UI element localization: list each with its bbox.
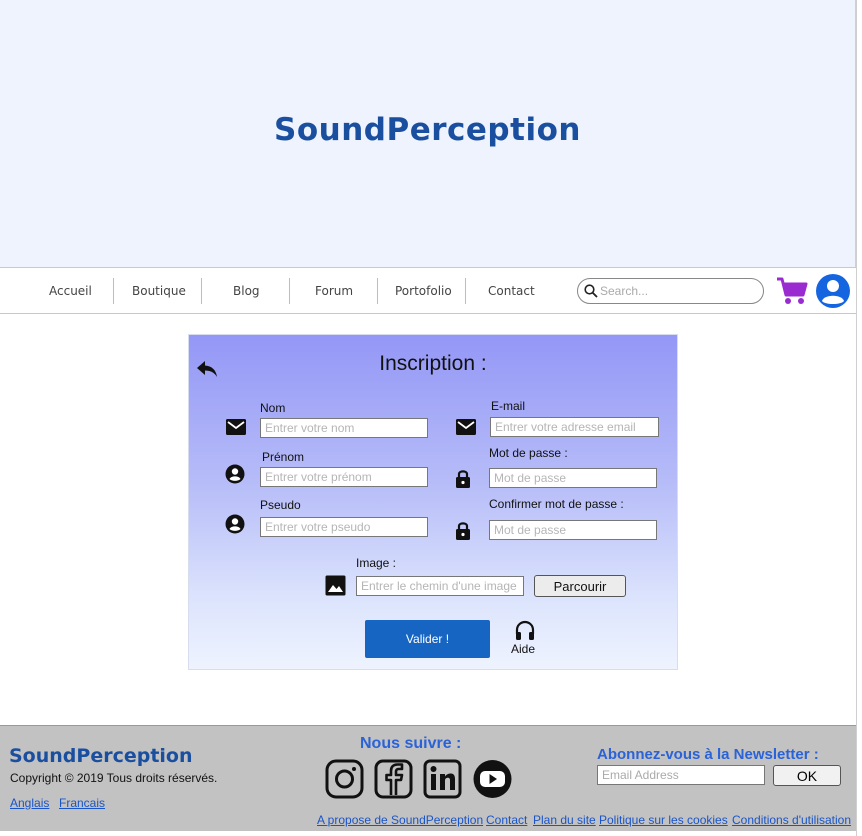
youtube-icon[interactable]: [472, 759, 513, 799]
pseudo-label: Pseudo: [260, 498, 301, 512]
prenom-label: Prénom: [262, 450, 305, 464]
image-label: Image :: [356, 556, 397, 570]
lang-link-francais[interactable]: Francais: [59, 796, 105, 810]
browse-button[interactable]: Parcourir: [534, 575, 626, 597]
confirm-password-label: Confirmer mot de passe :: [489, 497, 624, 511]
newsletter-ok-button[interactable]: OK: [773, 765, 841, 786]
headset-icon[interactable]: [514, 620, 536, 642]
nom-field[interactable]: [260, 418, 428, 438]
confirm-password-field[interactable]: [489, 520, 657, 540]
nav-divider: [113, 278, 114, 304]
footer-brand: SoundPerception: [9, 745, 193, 767]
nav-forum[interactable]: Forum: [315, 284, 353, 298]
footer-link-contact[interactable]: Contact: [486, 813, 527, 827]
nav-contact[interactable]: Contact: [488, 284, 535, 298]
nav-divider: [201, 278, 202, 304]
footer-link-cookies[interactable]: Politique sur les cookies: [599, 813, 728, 827]
newsletter-email-input[interactable]: [597, 765, 765, 785]
email-label: E-mail: [491, 399, 526, 413]
search-icon: [584, 284, 598, 298]
copyright-text: Copyright © 2019 Tous droits réservés.: [10, 771, 218, 785]
email-field[interactable]: [490, 417, 659, 437]
nav-divider: [377, 278, 378, 304]
nav-divider: [289, 278, 290, 304]
help-label[interactable]: Aide: [511, 642, 535, 656]
password-field[interactable]: [489, 468, 657, 488]
padlock-icon: [456, 522, 470, 540]
lang-link-anglais[interactable]: Anglais: [10, 796, 49, 810]
padlock-icon: [456, 470, 470, 488]
search-input[interactable]: [600, 282, 755, 300]
footer-link-terms[interactable]: Conditions d'utilisation: [732, 813, 851, 827]
submit-button[interactable]: Valider !: [365, 620, 490, 658]
form-title: Inscription :: [379, 352, 487, 375]
signup-form: Inscription : Nom Prénom Pseudo E-mail M…: [188, 334, 678, 670]
person-circle-icon: [225, 514, 245, 534]
search-box[interactable]: [577, 278, 764, 304]
shopping-cart-icon[interactable]: [776, 276, 808, 306]
image-icon: [325, 575, 346, 596]
nav-accueil[interactable]: Accueil: [49, 284, 92, 298]
footer-link-about[interactable]: A propose de SoundPerception: [317, 813, 483, 827]
linkedin-icon[interactable]: [423, 759, 462, 799]
nom-label: Nom: [260, 401, 286, 415]
nav-blog[interactable]: Blog: [233, 284, 260, 298]
user-account-icon[interactable]: [815, 273, 851, 309]
prenom-field[interactable]: [260, 467, 428, 487]
pseudo-field[interactable]: [260, 517, 428, 537]
instagram-icon[interactable]: [325, 759, 364, 799]
password-label: Mot de passe :: [489, 446, 568, 460]
facebook-icon[interactable]: [374, 759, 413, 799]
footer-link-sitemap[interactable]: Plan du site: [533, 813, 596, 827]
newsletter-heading: Abonnez-vous à la Newsletter :: [597, 746, 819, 763]
nav-portofolio[interactable]: Portofolio: [395, 284, 452, 298]
person-circle-icon: [225, 464, 245, 484]
image-path-field[interactable]: [356, 576, 524, 596]
main-nav: Accueil Boutique Blog Forum Portofolio C…: [0, 267, 856, 314]
site-brand[interactable]: SoundPerception: [0, 112, 855, 148]
page-edge-rule: [856, 0, 857, 836]
envelope-icon: [456, 419, 476, 435]
follow-heading: Nous suivre :: [360, 735, 462, 752]
site-footer: SoundPerception Copyright © 2019 Tous dr…: [0, 725, 856, 831]
nav-boutique[interactable]: Boutique: [132, 284, 186, 298]
envelope-icon: [226, 419, 246, 435]
site-header: SoundPerception: [0, 0, 856, 267]
nav-divider: [465, 278, 466, 304]
